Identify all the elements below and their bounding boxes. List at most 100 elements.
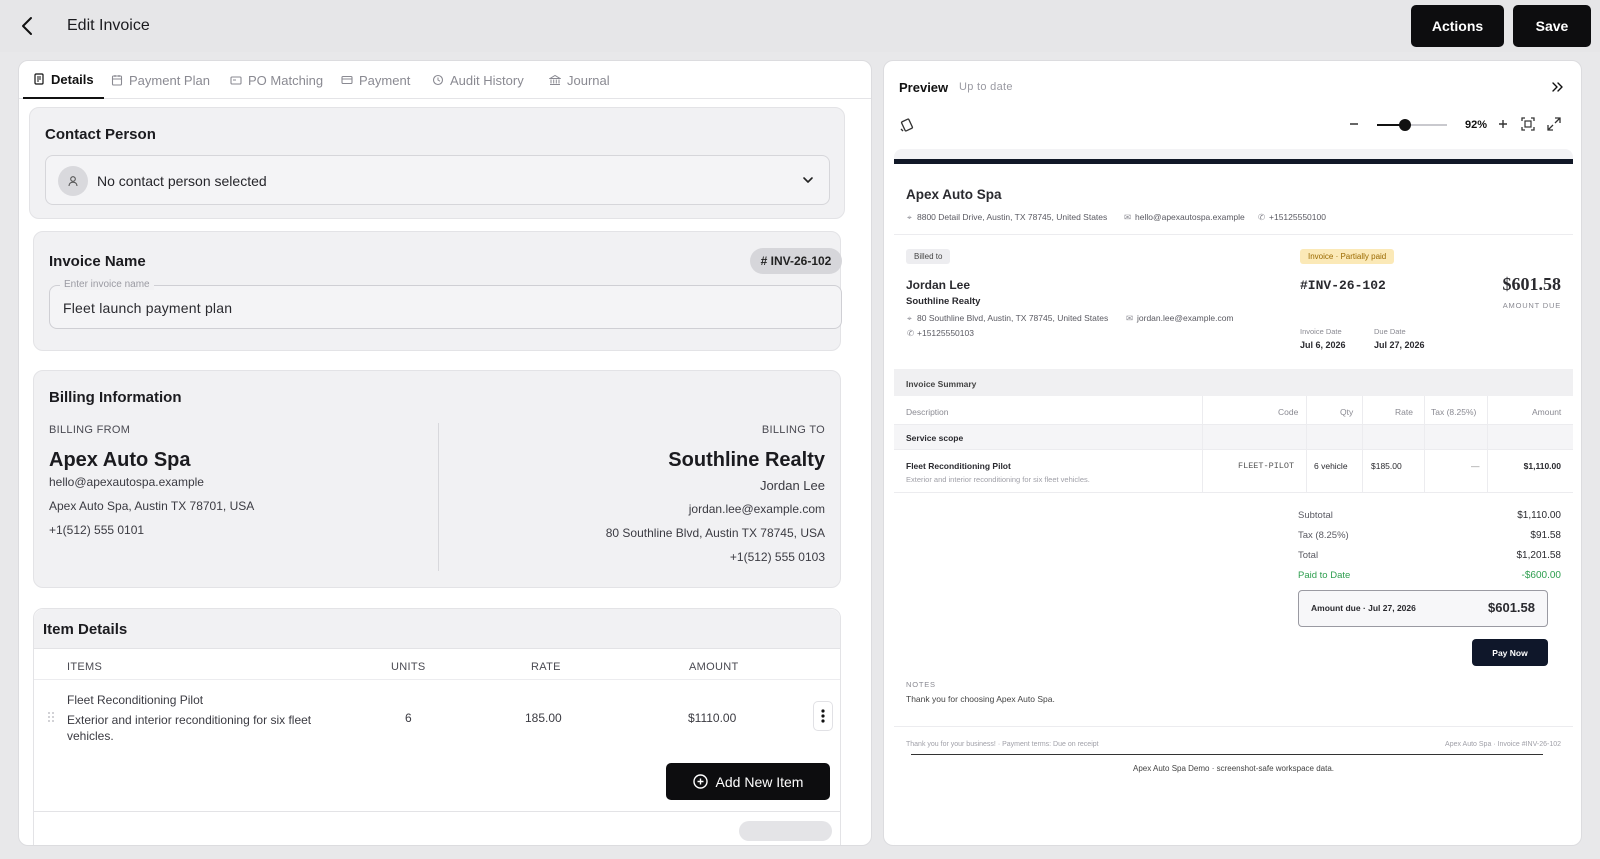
collapse-panel-icon[interactable] [1550,80,1564,94]
due-date: Jul 27, 2026 [1374,340,1425,350]
fit-screen-icon[interactable] [1521,117,1535,131]
item-details-header [34,609,840,649]
doc-amount-due: $601.58 [1502,274,1562,294]
paid-to-date-value: -$600.00 [1521,570,1561,581]
notes-label: NOTES [906,680,936,689]
section-title: Contact Person [45,126,156,143]
mail-icon: ✉ [1124,212,1132,222]
tab-payment-plan[interactable]: Payment Plan [111,61,210,99]
invoice-name-input[interactable]: Enter invoice name Fleet launch payment … [49,279,842,329]
section-title: Billing Information [49,389,182,406]
line-name: Fleet Reconditioning Pilot [906,461,1011,471]
line-rate: $185.00 [1371,461,1402,471]
doc-client-company: Southline Realty [906,296,981,307]
col-description: Description [906,407,949,417]
billing-to-email: jordan.lee@example.com [688,502,825,516]
service-scope-label: Service scope [906,433,964,443]
contact-select-value: No contact person selected [97,173,267,189]
bank-icon [549,74,561,85]
doc-invoice-number: #INV-26-102 [1300,278,1386,293]
footer-rule [911,754,1543,755]
billing-from-address: Apex Auto Spa, Austin TX 78701, USA [49,499,255,513]
subtotal-value: $1,110.00 [1517,510,1561,521]
total-value: $1,201.58 [1516,550,1562,561]
add-new-item-button[interactable]: Add New Item [666,763,830,800]
column-header-items: ITEMS [67,661,103,673]
paid-to-date-label: Paid to Date [1298,570,1351,581]
billing-to-phone: +1(512) 555 0103 [729,550,825,564]
expand-icon[interactable] [1547,117,1561,131]
divider [34,811,840,812]
divider [894,726,1573,727]
divider [438,423,439,571]
partial-badge [739,821,832,841]
zoom-slider[interactable] [1377,119,1447,131]
line-code: FLEET-PILOT [1238,461,1295,471]
tab-journal[interactable]: Journal [549,61,610,99]
summary-header [894,369,1573,396]
tab-label: Payment [359,72,411,88]
section-title: Item Details [43,621,128,638]
tab-label: Journal [567,72,610,88]
field-label: Enter invoice name [60,279,154,290]
back-arrow-icon[interactable] [16,14,40,38]
line-qty: 6 vehicle [1314,461,1348,471]
col-tax: Tax (8.25%) [1431,407,1477,417]
match-icon [230,76,242,85]
tab-audit-history[interactable]: Audit History [432,61,524,99]
footer-right: Apex Auto Spa · Invoice #INV-26-102 [1445,741,1561,748]
more-options-icon[interactable] [813,701,833,731]
divider [894,234,1573,235]
page-title: Edit Invoice [67,17,150,34]
person-icon [58,166,88,196]
zoom-out-icon[interactable] [1348,118,1360,130]
invoice-number-badge: # INV-26-102 [750,248,842,274]
billing-to-label: BILLING TO [761,424,825,436]
col-code: Code [1278,407,1299,417]
amount-due-box-label: Amount due · Jul 27, 2026 [1311,603,1416,613]
line-desc: Exterior and interior reconditioning for… [906,475,1090,484]
zoom-in-icon[interactable] [1497,118,1509,130]
col-divider [1362,396,1363,492]
contact-person-select[interactable]: No contact person selected [45,155,830,205]
column-header-rate: RATE [531,661,561,673]
doc-company-name: Apex Auto Spa [906,187,1002,202]
save-button[interactable]: Save [1513,5,1591,47]
mail-icon: ✉ [1126,313,1134,323]
line-amount: $1,110.00 [1523,461,1561,471]
preview-title: Preview [899,80,949,95]
item-rate: 185.00 [525,711,562,725]
card-icon [341,75,353,85]
zoom-slider-thumb[interactable] [1399,119,1411,131]
phone-icon: ✆ [1258,212,1266,222]
billing-from-label: BILLING FROM [49,424,131,436]
billing-to-address: 80 Southline Blvd, Austin TX 78745, USA [605,526,825,540]
footer-left: Thank you for your business! · Payment t… [906,741,1099,748]
plus-circle-icon [692,774,708,789]
preview-panel: Preview Up to date 92% Apex Auto Spa ⌖ 8… [883,60,1582,846]
tab-details[interactable]: Details [23,61,104,99]
invoice-date: Jul 6, 2026 [1300,340,1346,350]
tab-po-matching[interactable]: PO Matching [230,61,323,99]
col-amount: Amount [1532,407,1562,417]
add-item-label: Add New Item [715,773,804,790]
doc-client-phone: +15125550103 [917,328,974,338]
location-icon: ⌖ [907,212,912,222]
document-icon [34,73,44,85]
location-icon: ⌖ [907,313,912,323]
amount-due-label: AMOUNT DUE [1502,301,1561,310]
item-amount: $1110.00 [688,711,737,725]
col-divider [1424,396,1425,492]
rotate-icon[interactable] [899,117,915,133]
tab-payment[interactable]: Payment [341,61,410,99]
history-icon [432,74,444,86]
top-bar: Edit Invoice Actions Save [0,0,1600,52]
billing-to-contact: Jordan Lee [759,478,825,493]
actions-button[interactable]: Actions [1411,5,1504,47]
zoom-level: 92% [1465,119,1488,131]
drag-handle-icon[interactable] [47,711,55,723]
pay-now-button[interactable]: Pay Now [1472,639,1548,666]
item-details-card: Item Details ITEMS UNITS RATE AMOUNT Fle… [33,608,841,845]
col-divider [1487,396,1488,492]
billing-from-name: Apex Auto Spa [49,449,191,471]
